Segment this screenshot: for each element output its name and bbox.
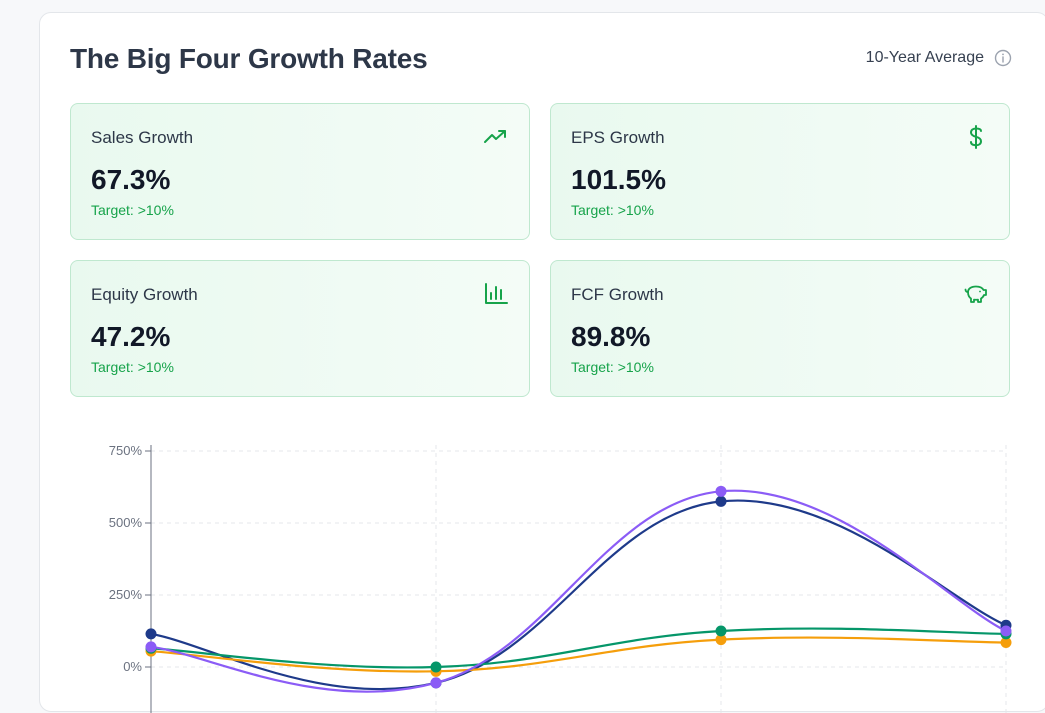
metric-value: 47.2% <box>91 321 171 352</box>
eps-growth-card: EPS Growth 101.5% Target: >10% <box>550 103 1010 240</box>
metric-value: 89.8% <box>571 321 651 352</box>
bar-chart-icon <box>483 281 509 307</box>
metric-value: 101.5% <box>571 164 666 195</box>
metric-label: Equity Growth <box>91 285 198 304</box>
y-tick-label: 250% <box>109 587 143 602</box>
fcf-growth-card: FCF Growth 89.8% Target: >10% <box>550 260 1010 397</box>
trending-up-icon <box>483 124 509 150</box>
y-tick-label: 0% <box>123 659 142 674</box>
y-tick-label: 500% <box>109 515 143 530</box>
sales-growth-card: Sales Growth 67.3% Target: >10% <box>70 103 530 240</box>
metric-target: Target: >10% <box>571 202 654 218</box>
equity-growth-card: Equity Growth 47.2% Target: >10% <box>70 260 530 397</box>
metric-target: Target: >10% <box>571 359 654 375</box>
metric-target: Target: >10% <box>91 359 174 375</box>
piggy-bank-icon <box>963 281 989 307</box>
metric-target: Target: >10% <box>91 202 174 218</box>
series-line <box>150 627 1007 669</box>
data-point <box>715 495 727 507</box>
metric-label: FCF Growth <box>571 285 664 304</box>
period-indicator: 10-Year Average <box>866 49 1012 67</box>
data-point <box>1000 625 1012 637</box>
period-label: 10-Year Average <box>865 49 984 66</box>
info-icon[interactable] <box>994 49 1012 67</box>
metric-value: 67.3% <box>91 164 171 195</box>
data-point <box>145 641 157 653</box>
series-line <box>150 636 1007 673</box>
page-title: The Big Four Growth Rates <box>70 43 428 74</box>
data-point <box>145 628 157 640</box>
data-point <box>715 625 727 637</box>
growth-chart-svg: 0% 250% 500% 750% <box>109 443 1012 713</box>
data-point <box>430 661 442 673</box>
growth-rates-card: The Big Four Growth Rates 10-Year Averag… <box>39 12 1045 713</box>
metric-label: Sales Growth <box>91 128 194 147</box>
dollar-icon <box>963 124 989 150</box>
growth-chart: 0% 250% 500% 750% <box>40 423 1045 713</box>
y-tick-label: 750% <box>109 443 143 458</box>
data-point <box>715 485 727 497</box>
metric-label: EPS Growth <box>571 128 665 147</box>
data-point <box>430 677 442 689</box>
